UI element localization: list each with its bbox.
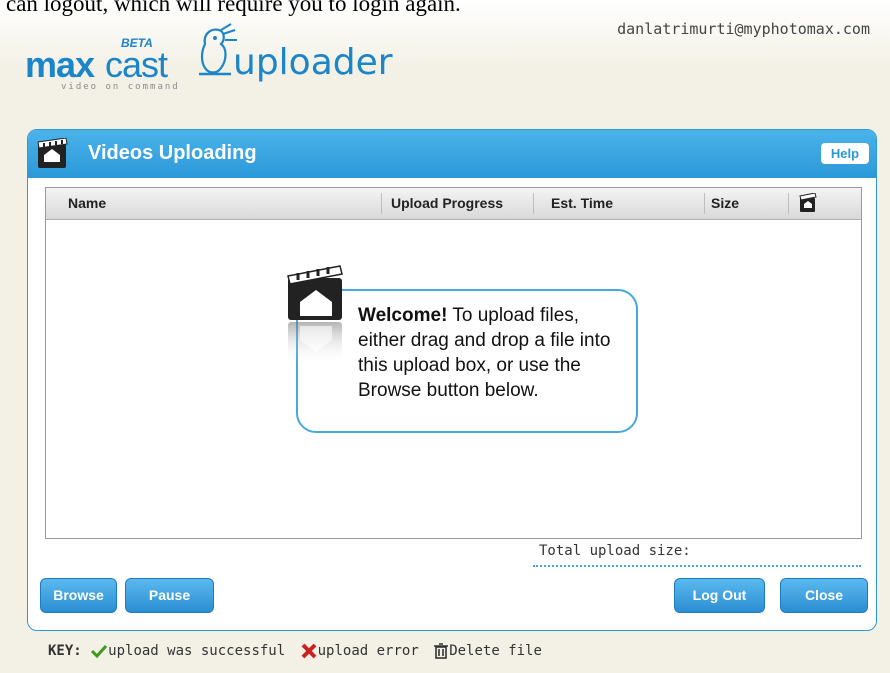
key-label: KEY: (48, 643, 82, 659)
column-name[interactable]: Name (68, 188, 106, 219)
clapperboard-house-icon (799, 193, 817, 212)
close-button[interactable]: Close (780, 578, 868, 613)
clapperboard-house-icon (287, 265, 343, 364)
panel-titlebar: Videos Uploading Help (28, 130, 876, 178)
column-divider (704, 193, 705, 214)
key-legend: KEY: upload was successful upload error … (48, 643, 542, 659)
total-upload-size-label: Total upload size: (539, 543, 691, 559)
browse-button[interactable]: Browse (40, 578, 117, 613)
column-divider (381, 193, 382, 214)
column-est-time[interactable]: Est. Time (551, 188, 613, 219)
upload-list[interactable]: Name Upload Progress Est. Time Size Welc… (45, 187, 862, 539)
drop-zone[interactable]: Welcome! To upload files, either drag an… (46, 220, 861, 538)
welcome-text: Welcome! To upload files, either drag an… (358, 303, 628, 403)
column-upload-progress[interactable]: Upload Progress (391, 188, 503, 219)
help-button[interactable]: Help (821, 143, 869, 164)
logo-uploader-text: uploader (233, 42, 393, 83)
key-error-text: upload error (317, 643, 419, 659)
logout-button[interactable]: Log Out (674, 578, 765, 613)
pause-button[interactable]: Pause (125, 578, 214, 613)
error-x-icon (301, 643, 317, 659)
logo-tagline: video on command (61, 82, 180, 92)
key-success-text: upload was successful (108, 643, 286, 659)
checkmark-icon (91, 644, 108, 658)
key-delete-text: Delete file (449, 643, 542, 659)
panel-title: Videos Uploading (88, 142, 257, 164)
logo-max-text: max (25, 44, 95, 85)
user-email: danlatrimurti@myphotomax.com (617, 20, 870, 38)
welcome-heading: Welcome! (358, 305, 448, 326)
clapperboard-house-icon (37, 138, 68, 168)
upload-panel: Videos Uploading Help Name Upload Progre… (27, 129, 877, 631)
column-divider (788, 193, 789, 214)
logo-cast-text: cast (105, 44, 168, 85)
list-header: Name Upload Progress Est. Time Size (46, 188, 861, 220)
top-text-fragment: can logout, which will require you to lo… (6, 0, 461, 16)
total-divider (533, 565, 861, 567)
maxcast-logo: max cast BETA video on command uploader (25, 23, 445, 98)
column-size[interactable]: Size (711, 188, 739, 219)
column-divider (533, 193, 534, 214)
logo-beta-badge: BETA (121, 36, 153, 50)
trash-icon (434, 643, 449, 659)
mascot-icon (199, 23, 237, 76)
